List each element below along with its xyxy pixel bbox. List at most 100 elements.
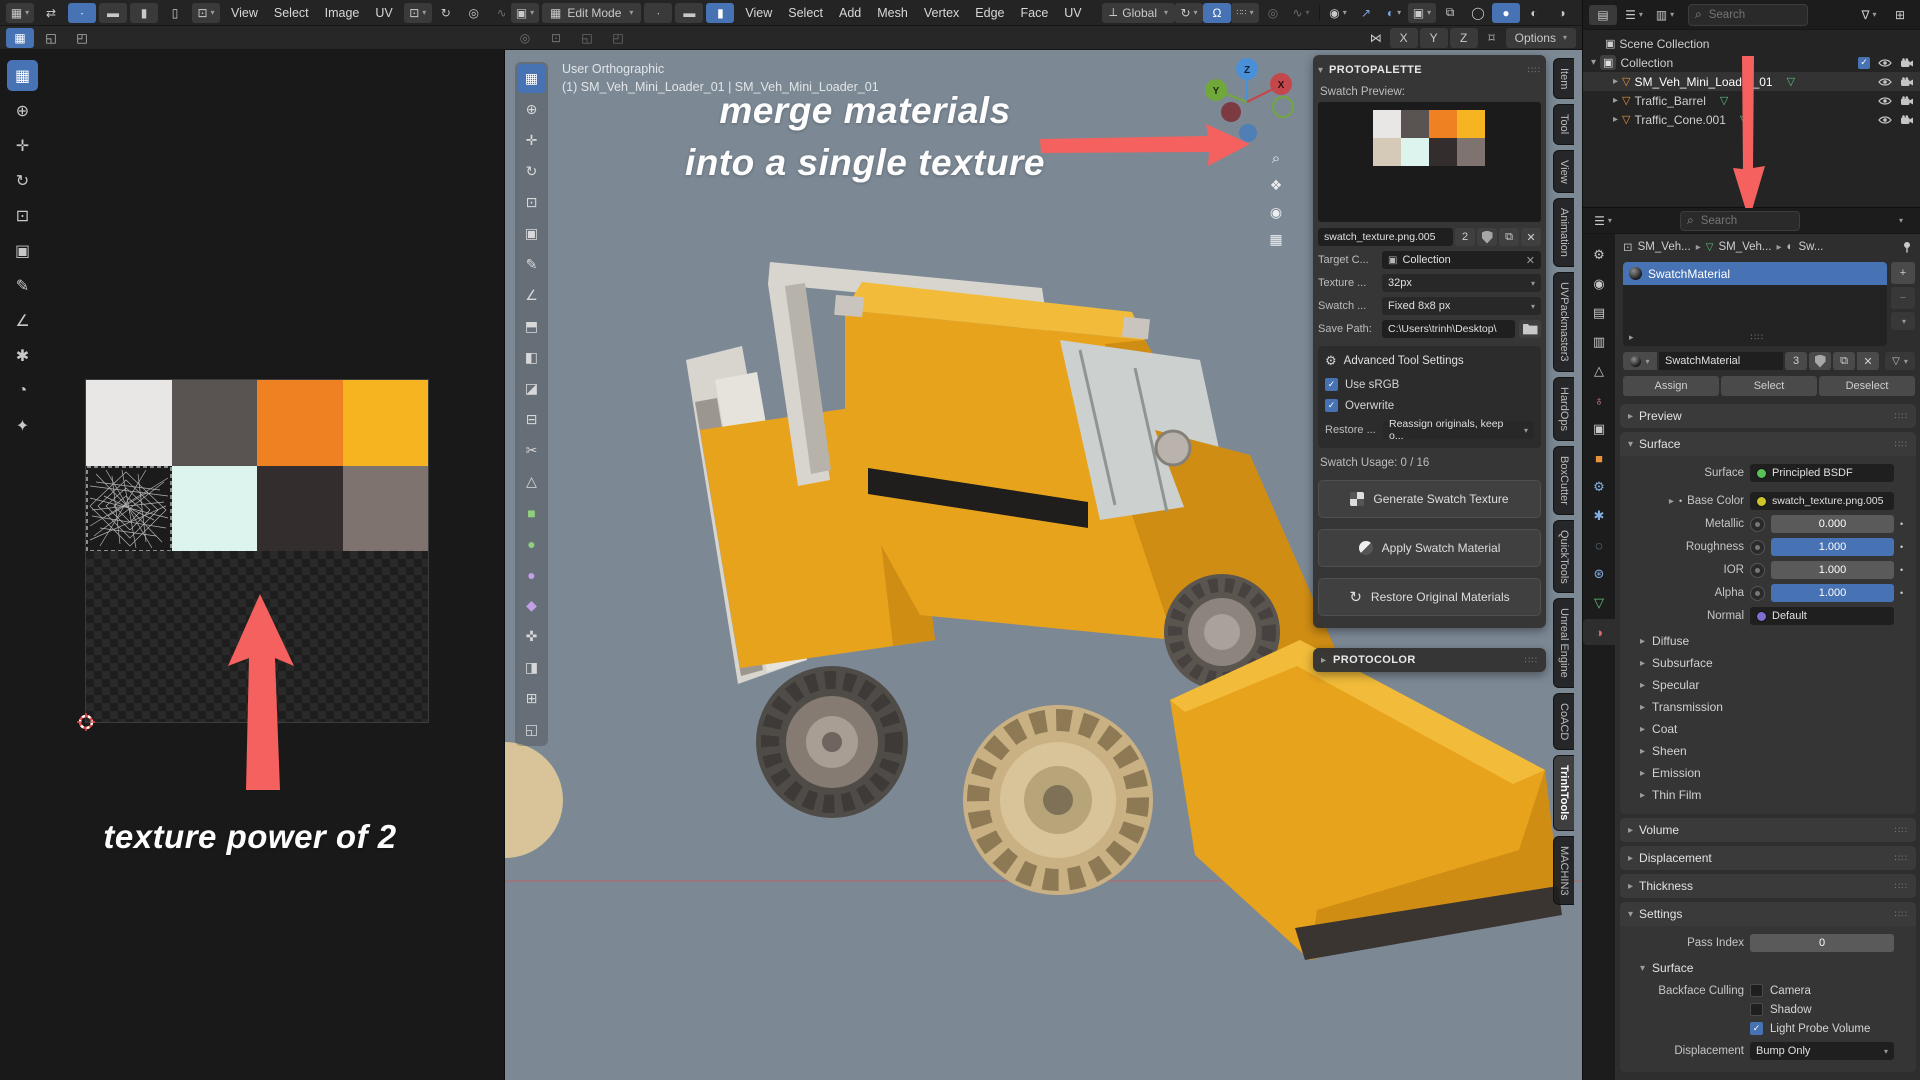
restore-mode-dropdown[interactable]: Reassign originals, keep o...▾ <box>1383 421 1534 439</box>
checkbox[interactable] <box>1750 1003 1763 1016</box>
camera-icon[interactable] <box>1900 96 1914 106</box>
tool-option-2[interactable]: ⊡ <box>542 28 570 48</box>
menu-item[interactable]: Select <box>780 0 831 26</box>
mesh-select-vertex[interactable]: ∙ <box>644 3 672 23</box>
uv-proportional-toggle[interactable]: ◎ <box>460 3 488 23</box>
camera-icon[interactable] <box>1900 115 1914 125</box>
collapsed-section-row[interactable]: ▸Diffuse <box>1628 630 1908 652</box>
uv-lasso-tool[interactable]: ◱ <box>37 28 65 48</box>
checkbox[interactable] <box>1750 984 1763 997</box>
outliner-filter-image[interactable]: ▥▾ <box>1651 5 1679 25</box>
visibility-dropdown[interactable]: ◉▾ <box>1324 3 1352 23</box>
menu-item[interactable]: Mesh <box>869 0 916 26</box>
viewport-tool-button[interactable]: ⬒ <box>517 312 546 341</box>
viewport-tool-button[interactable]: ● <box>517 560 546 589</box>
shading-wireframe[interactable]: ◯ <box>1464 3 1492 23</box>
action-button[interactable]: Assign <box>1623 376 1719 396</box>
uv-tool-button[interactable]: ✎ <box>7 270 38 301</box>
viewport-tool-button[interactable]: ◧ <box>517 343 546 372</box>
viewport-tool-button[interactable]: ■ <box>517 498 546 527</box>
viewport-tool-button[interactable]: ✛ <box>517 126 546 155</box>
tool-option-1[interactable]: ◎ <box>511 28 539 48</box>
mesh-select-edge[interactable]: ▬ <box>675 3 703 23</box>
breadcrumb-material[interactable]: Sw... <box>1798 241 1823 253</box>
proportional-edit-toggle[interactable]: ◎ <box>1259 3 1287 23</box>
viewport-tool-button[interactable]: ✎ <box>517 250 546 279</box>
properties-tab[interactable]: ■ <box>1583 445 1615 471</box>
normal-field[interactable]: Default <box>1750 607 1894 625</box>
viewport-tool-button[interactable]: ✜ <box>517 622 546 651</box>
collapsed-section-row[interactable]: ▸Emission <box>1628 762 1908 784</box>
viewport-tool-button[interactable]: ● <box>517 529 546 558</box>
breadcrumb-object[interactable]: SM_Veh... <box>1638 241 1691 253</box>
uv-circle-tool[interactable]: ◰ <box>68 28 96 48</box>
collection-checkbox[interactable] <box>1858 57 1870 69</box>
pivot-point-button[interactable]: ↻▾ <box>1175 3 1203 23</box>
advanced-settings-label[interactable]: Advanced Tool Settings <box>1344 355 1464 367</box>
volume-panel-header[interactable]: ▸Volume∷∷ <box>1620 818 1916 842</box>
uv-sticky-select[interactable]: ▯ <box>161 3 189 23</box>
uv-sync-toggle[interactable]: ⇄ <box>37 3 65 23</box>
menu-item[interactable]: Image <box>317 0 368 26</box>
pin-icon[interactable] <box>1901 241 1913 253</box>
input-socket[interactable] <box>1750 540 1765 555</box>
properties-tab[interactable]: ⚙ <box>1583 242 1615 268</box>
fake-user-button[interactable] <box>1809 352 1831 370</box>
uv-refresh-button[interactable]: ↻ <box>432 3 460 23</box>
properties-tab[interactable]: ▽ <box>1583 590 1615 616</box>
overlays-toggle[interactable]: ◐▾ <box>1380 3 1408 23</box>
viewport-tool-button[interactable]: ▣ <box>517 219 546 248</box>
sidebar-tab[interactable]: BoxCutter <box>1553 446 1574 515</box>
unlink-material-button[interactable]: ✕ <box>1857 352 1879 370</box>
copy-texture-button[interactable]: ⧉ <box>1499 228 1519 246</box>
outliner-search[interactable]: ⌕ <box>1688 4 1808 26</box>
collapsed-section-row[interactable]: ▸Sheen <box>1628 740 1908 762</box>
sidebar-tab[interactable]: CoACD <box>1553 693 1574 750</box>
input-socket[interactable] <box>1750 563 1765 578</box>
displacement-method-dropdown[interactable]: Bump Only▾ <box>1750 1042 1894 1060</box>
ortho-toggle-button[interactable]: ▦ <box>1262 229 1290 249</box>
clear-collection-icon[interactable]: ✕ <box>1526 254 1535 267</box>
slot-specials-button[interactable]: ▾ <box>1891 312 1915 330</box>
material-name-field[interactable]: SwatchMaterial <box>1659 352 1783 370</box>
viewport-tool-button[interactable]: ◆ <box>517 591 546 620</box>
viewport-body[interactable]: User Orthographic (1) SM_Veh_Mini_Loader… <box>505 50 1582 1080</box>
apply-swatch-material-button[interactable]: Apply Swatch Material <box>1318 529 1541 567</box>
copy-material-button[interactable]: ⧉ <box>1833 352 1855 370</box>
settings-panel-header[interactable]: ▾Settings∷∷ <box>1620 902 1916 926</box>
properties-tab[interactable]: ◉ <box>1583 271 1615 297</box>
use-srgb-checkbox[interactable] <box>1325 378 1338 391</box>
surface-shader-field[interactable]: Principled BSDF <box>1750 464 1894 482</box>
swatch-size-dropdown[interactable]: Fixed 8x8 px▾ <box>1382 297 1541 315</box>
shading-rendered[interactable]: ◑ <box>1548 3 1576 23</box>
uv-tool-button[interactable]: ▣ <box>7 235 38 266</box>
material-users-button[interactable]: 3 <box>1785 352 1807 370</box>
properties-editor-type-button[interactable]: ☰▾ <box>1589 211 1617 231</box>
properties-tab[interactable]: △ <box>1583 358 1615 384</box>
mode-dropdown[interactable]: ▦Edit Mode▾ <box>542 3 641 23</box>
properties-tab[interactable]: ▥ <box>1583 329 1615 355</box>
collapsed-section-row[interactable]: ▸Subsurface <box>1628 652 1908 674</box>
action-button[interactable]: Deselect <box>1819 376 1915 396</box>
checkbox[interactable] <box>1750 1022 1763 1035</box>
menu-item[interactable]: View <box>737 0 780 26</box>
falloff-dropdown[interactable]: ∿▾ <box>1287 3 1315 23</box>
uv-tool-button[interactable]: ↻ <box>7 165 38 196</box>
uv-tool-button[interactable]: ∠ <box>7 305 38 336</box>
sidebar-tab[interactable]: Animation <box>1553 198 1574 267</box>
slot-expand-icon[interactable]: ▸ <box>1629 332 1634 343</box>
viewport-tool-button[interactable]: ⊡ <box>517 188 546 217</box>
panel-grip[interactable]: ∷∷ <box>1525 655 1538 666</box>
viewport-tool-button[interactable]: △ <box>517 467 546 496</box>
properties-options-button[interactable]: ▾ <box>1886 211 1914 231</box>
uv-select-edge[interactable]: ▬ <box>99 3 127 23</box>
menu-item[interactable]: Add <box>831 0 869 26</box>
uv-tool-button[interactable]: ⊕ <box>7 95 38 126</box>
viewport-tool-button[interactable]: ⊞ <box>517 684 546 713</box>
uv-tool-button[interactable]: ▦ <box>7 60 38 91</box>
viewport-tool-button[interactable]: ◨ <box>517 653 546 682</box>
uv-select-vertex[interactable]: ∙ <box>68 3 96 23</box>
snap-toggle[interactable]: Ω <box>1203 3 1231 23</box>
breadcrumb-data[interactable]: SM_Veh... <box>1718 241 1771 253</box>
protocolor-panel[interactable]: ▸ PROTOCOLOR ∷∷ <box>1313 648 1546 672</box>
